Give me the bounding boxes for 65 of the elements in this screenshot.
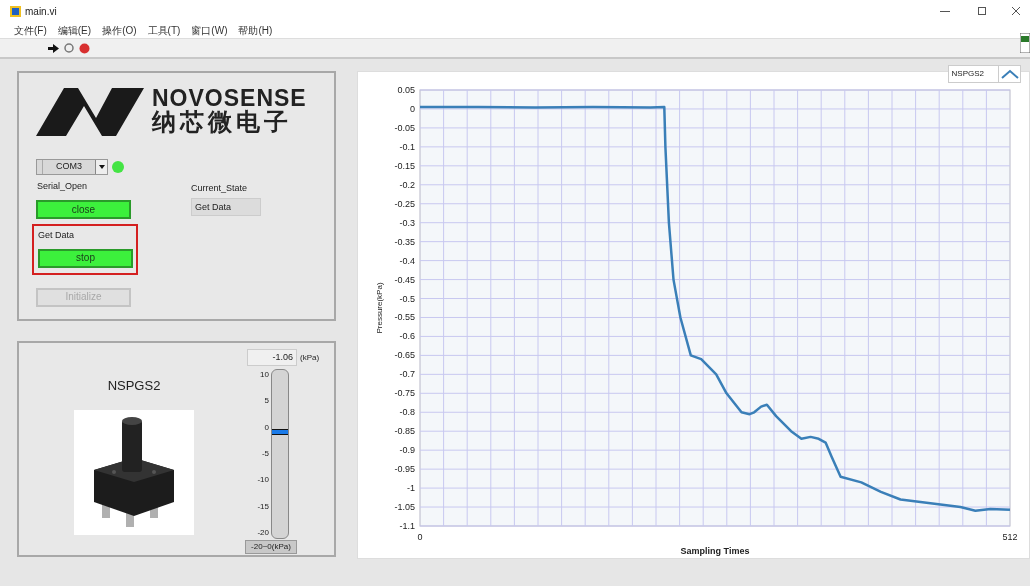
y-tick-label: -0.1: [399, 141, 415, 152]
menu-item[interactable]: 帮助(H): [238, 22, 273, 38]
dropdown-caret-icon[interactable]: [95, 160, 107, 174]
y-tick-label: -0.05: [394, 122, 415, 133]
menu-item[interactable]: 窗口(W): [191, 22, 228, 38]
get-data-label: Get Data: [38, 228, 76, 242]
abort-icon[interactable]: [79, 42, 90, 54]
y-tick-label: -0.8: [399, 407, 415, 418]
y-tick-label: -0.6: [399, 331, 415, 342]
window-title: main.vi: [25, 4, 57, 19]
y-tick-label: -0.35: [394, 236, 415, 247]
menu-item[interactable]: 文件(F): [14, 22, 47, 38]
x-tick-label: 0: [417, 532, 423, 542]
y-tick-label: -0.65: [394, 350, 415, 361]
logo-wordmark: NOVOSENSE: [152, 86, 307, 110]
y-tick-label: -0.3: [399, 217, 415, 228]
y-tick-label: -1.05: [394, 502, 415, 513]
y-tick-label: 0: [410, 103, 415, 114]
menu-item[interactable]: 工具(T): [147, 22, 181, 38]
scale-label: 0: [264, 423, 269, 432]
y-tick-label: -0.25: [394, 198, 415, 209]
current-state-label: Current_State: [191, 182, 249, 195]
y-tick-label: 0.05: [397, 85, 415, 95]
y-tick-label: -0.5: [399, 293, 415, 304]
y-axis-title: Pressure(kPa): [375, 282, 384, 334]
run-continuous-icon[interactable]: [64, 43, 74, 53]
y-tick-label: -0.7: [399, 369, 415, 380]
slider-thumb[interactable]: [272, 429, 288, 435]
run-arrow-icon[interactable]: [48, 43, 59, 53]
reading-unit: (kPa): [300, 351, 320, 364]
y-tick-label: -1.1: [399, 521, 415, 531]
y-tick-label: -0.4: [399, 255, 415, 266]
restore-icon[interactable]: [978, 7, 986, 15]
port-selector[interactable]: COM3: [36, 159, 108, 175]
menu-item[interactable]: 编辑(E): [57, 22, 92, 38]
y-tick-label: -0.85: [394, 426, 415, 437]
scale-label: 5: [264, 397, 269, 406]
scale-label: -5: [261, 450, 269, 458]
legend-label: NSPGS2: [951, 68, 985, 80]
minimize-icon[interactable]: [940, 10, 950, 12]
sensor-title: NSPGS2: [107, 377, 161, 395]
y-tick-label: -0.75: [394, 388, 415, 399]
logo-subtitle: 纳芯微电子: [152, 109, 293, 134]
y-tick-label: -1: [407, 483, 415, 494]
y-tick-label: -0.2: [399, 179, 415, 190]
x-axis-title: Sampling Times: [680, 546, 750, 556]
stop-button[interactable]: stop: [38, 248, 133, 268]
serial-open-label: Serial_Open: [37, 180, 89, 193]
scale-label: -10: [257, 476, 269, 485]
scale-label: -15: [257, 502, 269, 511]
y-tick-label: -0.9: [399, 445, 415, 456]
y-tick-label: -0.45: [394, 274, 415, 285]
y-tick-label: -0.95: [394, 464, 415, 475]
close-button[interactable]: close: [36, 200, 131, 219]
y-tick-label: -0.55: [394, 312, 415, 323]
x-tick-label: 512: [1002, 532, 1018, 542]
menu-item[interactable]: 操作(O): [102, 22, 137, 38]
y-tick-label: -0.15: [394, 160, 415, 171]
range-label: -20~0(kPa): [245, 540, 297, 554]
close-icon[interactable]: [1012, 7, 1020, 15]
scale-label: 10: [260, 371, 269, 379]
app-icon: [10, 5, 21, 17]
reading-field: -1.06: [247, 349, 297, 366]
scale-label: -20: [257, 528, 269, 537]
current-state-field: Get Data: [191, 197, 261, 216]
